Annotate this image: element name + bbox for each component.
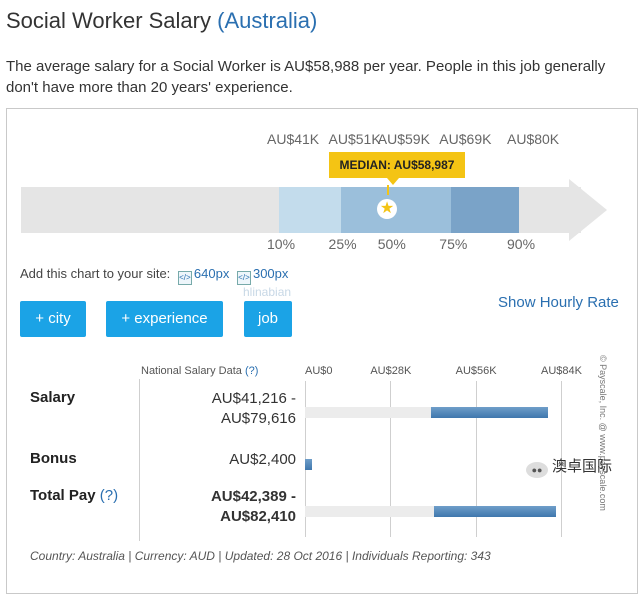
payscale-copyright: © Payscale, Inc. @ www.payscale.com — [597, 355, 609, 535]
percentile-label: 50% — [377, 236, 406, 252]
row-range-value: AU$41,216 - AU$79,616 — [141, 389, 296, 429]
brand-badge: ●● 澳卓国际 — [526, 455, 612, 478]
embed-640-link[interactable]: 640px — [194, 266, 229, 281]
row-label: Total Pay (?) — [30, 487, 118, 504]
percentile-band — [279, 187, 341, 233]
row-range-value: AU$2,400 — [141, 450, 296, 470]
show-hourly-rate-link[interactable]: Show Hourly Rate — [498, 294, 619, 311]
embed-300-link[interactable]: 300px — [253, 266, 288, 281]
help-icon[interactable]: (?) — [96, 487, 118, 504]
row-label: Bonus — [30, 450, 77, 467]
brand-text: 澳卓国际 — [552, 458, 613, 475]
column-divider — [139, 379, 140, 541]
percentile-label: 75% — [439, 236, 468, 252]
row-label: Salary — [30, 389, 75, 406]
national-salary-header: National Salary Data (?) — [141, 365, 258, 377]
percentile-value-label: AU$41K — [267, 131, 320, 147]
median-pointer — [387, 185, 389, 195]
range-arrow-head — [569, 179, 607, 241]
embed-code-icon: </> — [177, 271, 192, 285]
embed-label: Add this chart to your site: — [20, 266, 171, 281]
axis-tick-label: AU$56K — [455, 365, 497, 377]
data-footer: Country: Australia | Currency: AUD | Upd… — [30, 549, 491, 563]
percentile-value-label: AU$69K — [439, 131, 492, 147]
title-country[interactable]: (Australia) — [217, 8, 317, 33]
wechat-icon: ●● — [526, 462, 548, 478]
embed-code-icon: </> — [236, 271, 251, 285]
row-label-text: Salary — [30, 389, 76, 406]
title-main: Social Worker Salary — [6, 8, 211, 33]
row-range-line: AU$79,616 — [220, 410, 296, 427]
percentile-value-label: AU$51K — [328, 131, 381, 147]
range-bar — [430, 407, 548, 418]
page-title: Social Worker Salary (Australia) — [6, 8, 317, 34]
percentile-band — [451, 187, 519, 233]
median-star-icon: ★ — [377, 199, 397, 219]
row-range-line: AU$82,410 — [220, 508, 296, 525]
salary-chart-card: AU$41K AU$51K AU$59K AU$69K AU$80K MEDIAN: A… — [6, 108, 638, 594]
axis-tick-label: AU$0 — [305, 365, 333, 377]
row-label-text: Total Pay — [30, 487, 96, 504]
copyright-text: © Payscale, Inc. @ www.payscale.com — [598, 355, 608, 511]
percentile-label: 10% — [267, 236, 296, 252]
embed-row: Add this chart to your site: </> 640px </… — [20, 266, 288, 285]
watermark: hlinabian — [243, 285, 292, 299]
row-range-line: AU$42,389 - — [210, 488, 296, 505]
add-experience-button[interactable]: + experience — [106, 301, 223, 337]
percentile-label: 25% — [328, 236, 357, 252]
nsd-help-icon[interactable]: (?) — [245, 365, 258, 377]
axis-tick-label: AU$28K — [370, 365, 412, 377]
median-tag: MEDIAN: AU$58,987 — [329, 152, 465, 185]
range-bar — [434, 506, 557, 517]
percentile-value-label: AU$59K — [377, 131, 430, 147]
nsd-header-label: National Salary Data — [141, 365, 242, 377]
range-bar — [305, 459, 313, 470]
row-range-line: AU$41,216 - — [211, 390, 296, 407]
row-range-line: AU$2,400 — [229, 451, 296, 468]
axis-tick-label: AU$84K — [541, 365, 582, 377]
percentile-value-label: AU$80K — [507, 131, 560, 147]
add-city-button[interactable]: + city — [20, 301, 86, 337]
row-label-text: Bonus — [30, 450, 77, 467]
add-job-button[interactable]: job — [244, 301, 292, 337]
percentile-label: 90% — [507, 236, 536, 252]
intro-text: The average salary for a Social Worker i… — [6, 58, 606, 96]
row-range-value: AU$42,389 - AU$82,410 — [141, 487, 296, 527]
